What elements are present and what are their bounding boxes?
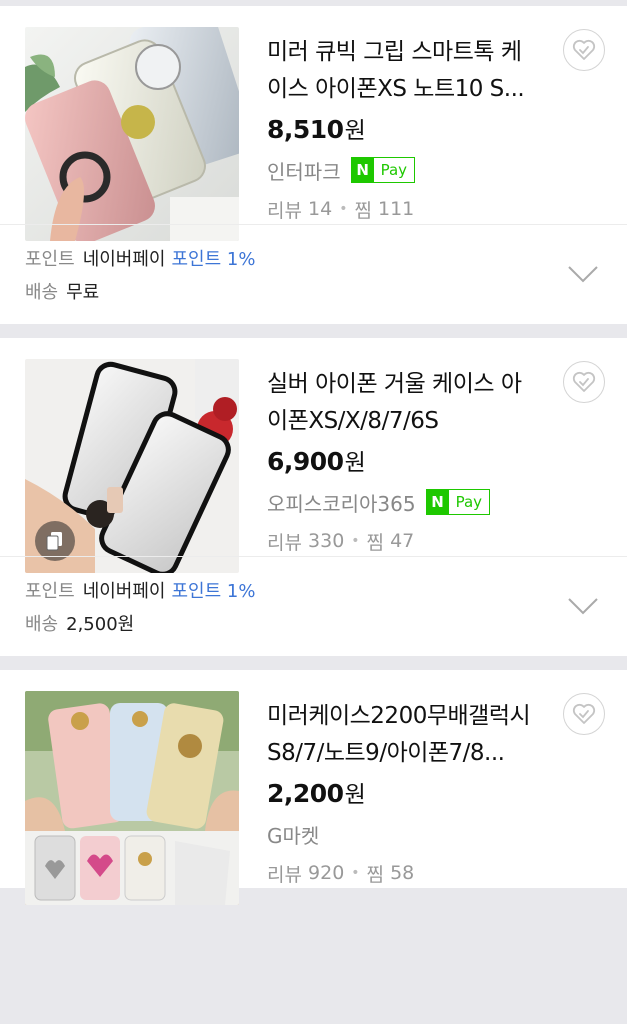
multi-image-badge [35, 521, 75, 561]
npay-label: Pay [455, 493, 483, 511]
zzim-label: 찜 [366, 531, 385, 554]
point-line: 포인트 네이버페이 포인트 1% [25, 575, 603, 608]
point-source: 네이버페이 [82, 581, 166, 602]
chevron-down-icon[interactable] [567, 597, 599, 615]
review-label: 리뷰 [267, 863, 302, 886]
product-title[interactable]: 미러 큐빅 그립 스마트톡 케이스 아이폰XS 노트10 S... [267, 34, 539, 108]
shipping-line: 배송 무료 [25, 276, 603, 309]
shipping-label: 배송 [25, 614, 59, 635]
product-info: 미러케이스2200무배갤럭시S8/7/노트9/아이폰7/8... 2,200 원 … [267, 691, 603, 886]
seller-name[interactable]: 오피스코리아365 [267, 488, 416, 517]
shipping-line: 배송 2,500원 [25, 608, 603, 641]
price-row: 6,900 원 [267, 443, 603, 483]
wishlist-button[interactable] [563, 29, 605, 71]
review-label: 리뷰 [267, 531, 302, 554]
zzim-label: 찜 [366, 863, 385, 886]
zzim-count: 58 [390, 862, 415, 884]
separator-dot: • [351, 865, 360, 881]
npay-n: N [351, 158, 374, 182]
review-stats: 리뷰 330 • 찜 47 [267, 521, 603, 561]
seller-row: 인터파크 N Pay [267, 151, 603, 189]
npay-n: N [426, 490, 449, 514]
review-count: 920 [308, 862, 345, 884]
seller-row: G마켓 [267, 815, 603, 853]
review-stats: 리뷰 920 • 찜 58 [267, 853, 603, 893]
wishlist-button[interactable] [563, 361, 605, 403]
product-image[interactable] [25, 27, 239, 241]
price-currency: 원 [344, 450, 366, 476]
point-value: 포인트 1% [171, 581, 256, 602]
zzim-count: 111 [378, 198, 415, 220]
npay-badge: N Pay [350, 157, 416, 183]
separator-dot: • [339, 201, 348, 217]
product-info: 실버 아이폰 거울 케이스 아이폰XS/X/8/7/6S 6,900 원 오피스코… [267, 359, 603, 554]
product-card: 미러 큐빅 그립 스마트톡 케이스 아이폰XS 노트10 S... 8,510 원… [0, 6, 627, 324]
shipping-value: 무료 [66, 282, 100, 303]
wishlist-button[interactable] [563, 693, 605, 735]
product-row[interactable]: 미러케이스2200무배갤럭시S8/7/노트9/아이폰7/8... 2,200 원 … [0, 670, 627, 905]
seller-name[interactable]: G마켓 [267, 820, 319, 849]
heart-check-icon [572, 703, 596, 724]
product-price: 6,900 [267, 447, 344, 476]
zzim-count: 47 [390, 530, 415, 552]
seller-row: 오피스코리아365 N Pay [267, 483, 603, 521]
product-price: 8,510 [267, 115, 344, 144]
chevron-down-icon[interactable] [567, 265, 599, 283]
product-card: 실버 아이폰 거울 케이스 아이폰XS/X/8/7/6S 6,900 원 오피스코… [0, 338, 627, 656]
product-image[interactable] [25, 691, 239, 905]
price-currency: 원 [344, 118, 366, 144]
shipping-label: 배송 [25, 282, 59, 303]
product-card: 미러케이스2200무배갤럭시S8/7/노트9/아이폰7/8... 2,200 원 … [0, 670, 627, 905]
product-image[interactable] [25, 359, 239, 573]
review-stats: 리뷰 14 • 찜 111 [267, 189, 603, 229]
product-price: 2,200 [267, 779, 344, 808]
shipping-value: 2,500원 [66, 614, 135, 635]
product-info: 미러 큐빅 그립 스마트톡 케이스 아이폰XS 노트10 S... 8,510 원… [267, 27, 603, 222]
separator-dot: • [351, 533, 360, 549]
product-title[interactable]: 실버 아이폰 거울 케이스 아이폰XS/X/8/7/6S [267, 366, 539, 440]
npay-badge: N Pay [425, 489, 491, 515]
product-row[interactable]: 미러 큐빅 그립 스마트톡 케이스 아이폰XS 노트10 S... 8,510 원… [0, 6, 627, 241]
price-row: 8,510 원 [267, 111, 603, 151]
product-title[interactable]: 미러케이스2200무배갤럭시S8/7/노트9/아이폰7/8... [267, 698, 539, 772]
point-label: 포인트 [25, 581, 75, 602]
price-currency: 원 [344, 782, 366, 808]
zzim-label: 찜 [354, 199, 372, 222]
point-line: 포인트 네이버페이 포인트 1% [25, 243, 603, 276]
npay-label: Pay [380, 161, 408, 179]
review-count: 14 [308, 198, 333, 220]
review-count: 330 [308, 530, 345, 552]
heart-check-icon [572, 371, 596, 392]
point-value: 포인트 1% [171, 249, 256, 270]
review-label: 리뷰 [267, 199, 302, 222]
product-footer[interactable]: 포인트 네이버페이 포인트 1% 배송 무료 [0, 224, 627, 324]
heart-check-icon [572, 39, 596, 60]
seller-name[interactable]: 인터파크 [267, 156, 341, 185]
price-row: 2,200 원 [267, 775, 603, 815]
product-row[interactable]: 실버 아이폰 거울 케이스 아이폰XS/X/8/7/6S 6,900 원 오피스코… [0, 338, 627, 573]
copy-icon [46, 532, 62, 551]
point-source: 네이버페이 [82, 249, 166, 270]
product-footer[interactable]: 포인트 네이버페이 포인트 1% 배송 2,500원 [0, 556, 627, 656]
point-label: 포인트 [25, 249, 75, 270]
